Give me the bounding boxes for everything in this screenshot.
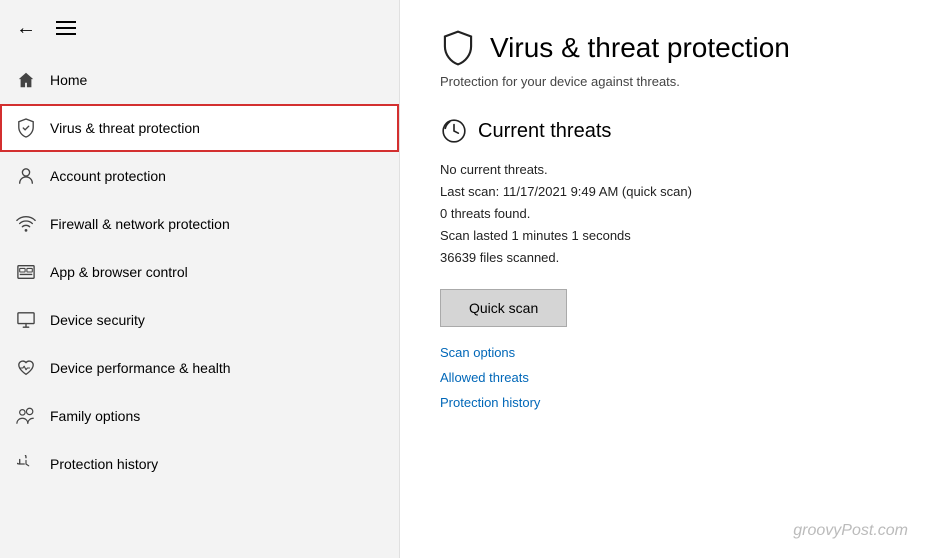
history-icon — [16, 454, 36, 474]
nav-items: Home Virus & threat protection Account p… — [0, 56, 399, 488]
threats-found-text: 0 threats found. — [440, 203, 892, 225]
sidebar-item-firewall[interactable]: Firewall & network protection — [0, 200, 399, 248]
sidebar-item-account-label: Account protection — [50, 168, 166, 184]
main-wrapper: Virus & threat protection Protection for… — [400, 0, 932, 558]
threat-info: No current threats. Last scan: 11/17/202… — [440, 159, 892, 269]
sidebar-item-app-label: App & browser control — [50, 264, 188, 280]
wifi-icon — [16, 214, 36, 234]
page-header: Virus & threat protection — [440, 30, 892, 66]
section-title: Current threats — [478, 120, 611, 143]
sidebar-item-home[interactable]: Home — [0, 56, 399, 104]
heart-icon — [16, 358, 36, 378]
sidebar-item-virus-label: Virus & threat protection — [50, 120, 200, 136]
sidebar-item-home-label: Home — [50, 72, 87, 88]
no-threats-text: No current threats. — [440, 159, 892, 181]
sidebar-item-app[interactable]: App & browser control — [0, 248, 399, 296]
page-subtitle: Protection for your device against threa… — [440, 74, 892, 89]
sidebar-item-device-label: Device security — [50, 312, 145, 328]
sidebar: ← Home Virus & threat prot — [0, 0, 400, 558]
sidebar-top: ← — [0, 8, 399, 46]
sidebar-item-performance[interactable]: Device performance & health — [0, 344, 399, 392]
section-header: Current threats — [440, 117, 892, 145]
scan-duration-text: Scan lasted 1 minutes 1 seconds — [440, 225, 892, 247]
shield-icon — [16, 118, 36, 138]
sidebar-item-history-label: Protection history — [50, 456, 158, 472]
browser-icon — [16, 262, 36, 282]
section-icon — [440, 117, 468, 145]
back-button[interactable]: ← — [16, 18, 36, 38]
sidebar-item-firewall-label: Firewall & network protection — [50, 216, 230, 232]
page-title: Virus & threat protection — [490, 32, 790, 64]
monitor-icon — [16, 310, 36, 330]
sidebar-item-virus[interactable]: Virus & threat protection — [0, 104, 399, 152]
scan-options-link[interactable]: Scan options — [440, 345, 892, 360]
person-icon — [16, 166, 36, 186]
protection-history-link[interactable]: Protection history — [440, 395, 892, 410]
sidebar-item-device[interactable]: Device security — [0, 296, 399, 344]
house-icon — [16, 70, 36, 90]
watermark: groovyPost.com — [793, 522, 908, 540]
quick-scan-button[interactable]: Quick scan — [440, 289, 567, 327]
allowed-threats-link[interactable]: Allowed threats — [440, 370, 892, 385]
sidebar-item-family-label: Family options — [50, 408, 140, 424]
page-header-icon — [440, 30, 476, 66]
files-scanned-text: 36639 files scanned. — [440, 247, 892, 269]
sidebar-item-history[interactable]: Protection history — [0, 440, 399, 488]
main-content: Virus & threat protection Protection for… — [400, 0, 932, 558]
sidebar-item-family[interactable]: Family options — [0, 392, 399, 440]
last-scan-text: Last scan: 11/17/2021 9:49 AM (quick sca… — [440, 181, 892, 203]
family-icon — [16, 406, 36, 426]
sidebar-item-performance-label: Device performance & health — [50, 360, 231, 376]
sidebar-item-account[interactable]: Account protection — [0, 152, 399, 200]
hamburger-menu[interactable] — [56, 21, 76, 35]
